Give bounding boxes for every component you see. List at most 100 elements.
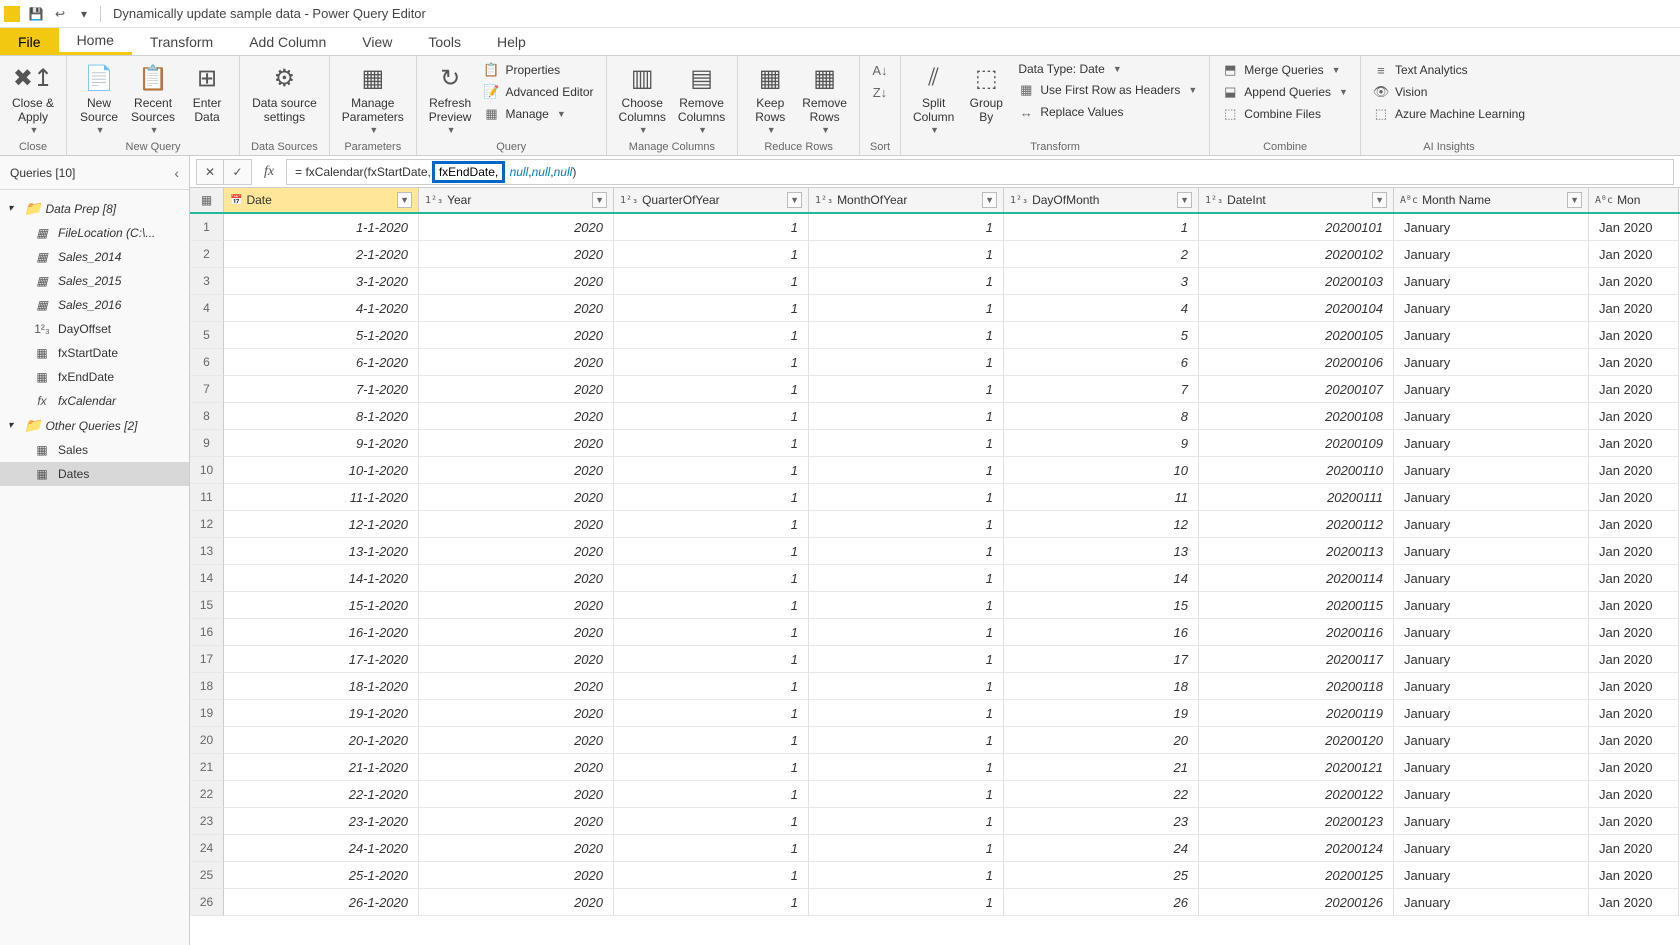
cell-mon[interactable]: Jan 2020: [1589, 646, 1679, 673]
cell-mname[interactable]: January: [1394, 889, 1589, 916]
cell-mon[interactable]: Jan 2020: [1589, 889, 1679, 916]
row-number[interactable]: 17: [190, 646, 224, 673]
cell-qoy[interactable]: 1: [614, 754, 809, 781]
remove-rows-button[interactable]: ▦ Remove Rows ▼: [798, 60, 851, 137]
cell-dateint[interactable]: 20200108: [1199, 403, 1394, 430]
cell-dom[interactable]: 15: [1004, 592, 1199, 619]
tab-home[interactable]: Home: [59, 28, 132, 55]
save-icon[interactable]: 💾: [27, 5, 45, 23]
data-type-button[interactable]: Data Type: Date▼: [1014, 60, 1201, 78]
cell-moy[interactable]: 1: [809, 754, 1004, 781]
table-row[interactable]: 1616-1-20202020111620200116JanuaryJan 20…: [190, 619, 1680, 646]
cell-mon[interactable]: Jan 2020: [1589, 862, 1679, 889]
cell-mon[interactable]: Jan 2020: [1589, 349, 1679, 376]
cell-year[interactable]: 2020: [419, 754, 614, 781]
cell-moy[interactable]: 1: [809, 484, 1004, 511]
cell-dom[interactable]: 10: [1004, 457, 1199, 484]
cell-dom[interactable]: 18: [1004, 673, 1199, 700]
cell-mname[interactable]: January: [1394, 862, 1589, 889]
cell-dateint[interactable]: 20200107: [1199, 376, 1394, 403]
cell-qoy[interactable]: 1: [614, 241, 809, 268]
filter-dropdown-icon[interactable]: ▼: [592, 192, 607, 208]
table-row[interactable]: 1212-1-20202020111220200112JanuaryJan 20…: [190, 511, 1680, 538]
cell-moy[interactable]: 1: [809, 430, 1004, 457]
table-row[interactable]: 2626-1-20202020112620200126JanuaryJan 20…: [190, 889, 1680, 916]
cell-date[interactable]: 17-1-2020: [224, 646, 419, 673]
cell-year[interactable]: 2020: [419, 241, 614, 268]
cell-dateint[interactable]: 20200103: [1199, 268, 1394, 295]
row-number[interactable]: 4: [190, 295, 224, 322]
table-row[interactable]: 1515-1-20202020111520200115JanuaryJan 20…: [190, 592, 1680, 619]
cell-dom[interactable]: 7: [1004, 376, 1199, 403]
tab-transform[interactable]: Transform: [132, 28, 231, 55]
cell-dateint[interactable]: 20200124: [1199, 835, 1394, 862]
row-number[interactable]: 21: [190, 754, 224, 781]
column-header-qoy[interactable]: 1²₃QuarterOfYear▼: [614, 188, 809, 212]
cell-qoy[interactable]: 1: [614, 673, 809, 700]
row-number[interactable]: 5: [190, 322, 224, 349]
azure-ml-button[interactable]: ⬚Azure Machine Learning: [1369, 104, 1529, 124]
cell-dom[interactable]: 16: [1004, 619, 1199, 646]
cell-dateint[interactable]: 20200106: [1199, 349, 1394, 376]
table-row[interactable]: 44-1-2020202011420200104JanuaryJan 2020: [190, 295, 1680, 322]
table-row[interactable]: 2424-1-20202020112420200124JanuaryJan 20…: [190, 835, 1680, 862]
cell-mon[interactable]: Jan 2020: [1589, 511, 1679, 538]
cell-dateint[interactable]: 20200105: [1199, 322, 1394, 349]
remove-columns-button[interactable]: ▤ Remove Columns ▼: [674, 60, 729, 137]
cell-mon[interactable]: Jan 2020: [1589, 754, 1679, 781]
filter-dropdown-icon[interactable]: ▼: [397, 192, 412, 208]
cell-moy[interactable]: 1: [809, 241, 1004, 268]
cell-qoy[interactable]: 1: [614, 268, 809, 295]
cell-mname[interactable]: January: [1394, 511, 1589, 538]
query-item[interactable]: ▦Sales: [0, 438, 189, 462]
cell-year[interactable]: 2020: [419, 214, 614, 241]
cell-moy[interactable]: 1: [809, 214, 1004, 241]
row-number[interactable]: 19: [190, 700, 224, 727]
cell-year[interactable]: 2020: [419, 700, 614, 727]
cell-qoy[interactable]: 1: [614, 511, 809, 538]
enter-data-button[interactable]: ⊞ Enter Data: [183, 60, 231, 127]
cell-mname[interactable]: January: [1394, 322, 1589, 349]
filter-dropdown-icon[interactable]: ▼: [982, 192, 997, 208]
cell-moy[interactable]: 1: [809, 538, 1004, 565]
cell-mon[interactable]: Jan 2020: [1589, 268, 1679, 295]
cell-mname[interactable]: January: [1394, 592, 1589, 619]
cell-mname[interactable]: January: [1394, 673, 1589, 700]
table-row[interactable]: 1111-1-20202020111120200111JanuaryJan 20…: [190, 484, 1680, 511]
cell-mname[interactable]: January: [1394, 214, 1589, 241]
cell-mon[interactable]: Jan 2020: [1589, 808, 1679, 835]
cell-dateint[interactable]: 20200109: [1199, 430, 1394, 457]
cell-dateint[interactable]: 20200111: [1199, 484, 1394, 511]
cell-mon[interactable]: Jan 2020: [1589, 214, 1679, 241]
row-number[interactable]: 7: [190, 376, 224, 403]
column-header-dateint[interactable]: 1²₃DateInt▼: [1199, 188, 1394, 212]
cell-mname[interactable]: January: [1394, 565, 1589, 592]
cell-year[interactable]: 2020: [419, 511, 614, 538]
cell-mname[interactable]: January: [1394, 538, 1589, 565]
cell-dom[interactable]: 5: [1004, 322, 1199, 349]
formula-input[interactable]: = fxCalendar(fxStartDate, fxEndDate, nul…: [286, 159, 1674, 185]
cell-dom[interactable]: 17: [1004, 646, 1199, 673]
cell-mname[interactable]: January: [1394, 430, 1589, 457]
cell-year[interactable]: 2020: [419, 781, 614, 808]
cell-date[interactable]: 25-1-2020: [224, 862, 419, 889]
query-item[interactable]: 1²₃DayOffset: [0, 317, 189, 341]
cell-date[interactable]: 11-1-2020: [224, 484, 419, 511]
cell-qoy[interactable]: 1: [614, 457, 809, 484]
cell-dateint[interactable]: 20200104: [1199, 295, 1394, 322]
cell-mname[interactable]: January: [1394, 754, 1589, 781]
cell-mon[interactable]: Jan 2020: [1589, 619, 1679, 646]
cell-mon[interactable]: Jan 2020: [1589, 592, 1679, 619]
column-header-date[interactable]: 📅Date▼: [224, 188, 419, 212]
cell-year[interactable]: 2020: [419, 484, 614, 511]
first-row-headers-button[interactable]: ▦Use First Row as Headers▼: [1014, 80, 1201, 100]
row-number[interactable]: 13: [190, 538, 224, 565]
row-number[interactable]: 16: [190, 619, 224, 646]
cell-year[interactable]: 2020: [419, 565, 614, 592]
cell-year[interactable]: 2020: [419, 268, 614, 295]
text-analytics-button[interactable]: ≡Text Analytics: [1369, 60, 1529, 80]
cell-dateint[interactable]: 20200112: [1199, 511, 1394, 538]
cell-moy[interactable]: 1: [809, 511, 1004, 538]
cell-mname[interactable]: January: [1394, 781, 1589, 808]
table-row[interactable]: 1818-1-20202020111820200118JanuaryJan 20…: [190, 673, 1680, 700]
